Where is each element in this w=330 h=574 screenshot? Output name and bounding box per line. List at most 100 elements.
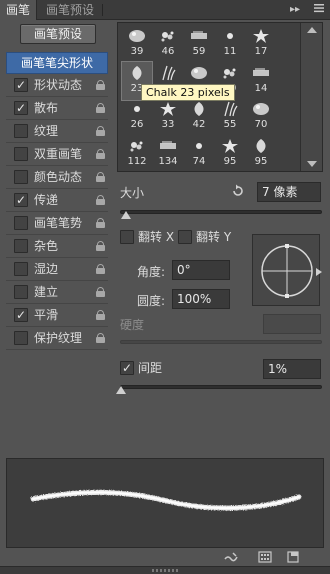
brush-tip-item[interactable]: 95 [246, 135, 276, 173]
checkbox[interactable] [14, 285, 28, 299]
hardness-field[interactable] [263, 314, 321, 334]
grid-icon[interactable] [258, 551, 272, 563]
lock-icon[interactable] [96, 149, 105, 159]
checkbox[interactable] [14, 331, 28, 345]
brush-tip-item[interactable]: 134 [153, 135, 183, 173]
double-chevron-right-icon[interactable]: ▸▸ [288, 2, 302, 18]
brush-tip-item[interactable]: 59 [184, 25, 214, 63]
option-label: 形状动态 [34, 78, 83, 92]
checkbox[interactable] [14, 147, 28, 161]
option-brush-pose[interactable]: 画笔笔势 [6, 212, 108, 235]
angle-field[interactable]: 0° [172, 260, 230, 280]
brush-tip-item[interactable]: 55 [215, 98, 245, 136]
lock-icon[interactable] [96, 195, 105, 205]
brush-tip-item[interactable]: 14 [246, 62, 276, 100]
new-preset-icon[interactable] [286, 551, 300, 563]
reset-size-icon[interactable] [231, 184, 245, 198]
option-smoothing[interactable]: ✓ 平滑 [6, 304, 108, 327]
option-shape-dynamics[interactable]: ✓ 形状动态 [6, 74, 108, 97]
checkbox[interactable] [178, 230, 192, 244]
flip-x-label: 翻转 X [138, 230, 175, 244]
checkbox[interactable]: ✓ [120, 361, 134, 375]
brush-tip-thumbnail [129, 30, 145, 42]
checkbox[interactable] [14, 124, 28, 138]
scroll-down-icon[interactable] [307, 161, 317, 167]
option-label: 双重画笔 [34, 147, 83, 161]
checkbox[interactable] [14, 216, 28, 230]
brush-tip-item[interactable]: 26 [122, 98, 152, 136]
brush-tip-item[interactable]: 33 [153, 98, 183, 136]
angle-arrow-icon[interactable] [316, 268, 322, 276]
spacing-slider[interactable] [120, 385, 322, 389]
option-noise[interactable]: 杂色 [6, 235, 108, 258]
scroll-up-icon[interactable] [307, 27, 317, 33]
hardness-slider[interactable] [120, 340, 322, 344]
size-slider[interactable] [120, 210, 322, 214]
option-transfer[interactable]: ✓ 传递 [6, 189, 108, 212]
tab-brush[interactable]: 画笔 [0, 0, 38, 20]
option-brush-tip-shape[interactable]: 画笔笔尖形状 [6, 52, 108, 74]
option-scattering[interactable]: ✓ 散布 [6, 97, 108, 120]
lock-icon[interactable] [96, 287, 105, 297]
brush-tip-size: 112 [127, 155, 147, 167]
angle-roundness-widget[interactable] [252, 234, 320, 306]
checkbox[interactable] [14, 239, 28, 253]
lock-icon[interactable] [96, 103, 105, 113]
lock-icon[interactable] [96, 172, 105, 182]
brush-tip-item[interactable]: 70 [246, 98, 276, 136]
brush-tip-item[interactable]: 42 [184, 98, 214, 136]
brush-grid-scrollbar[interactable] [300, 23, 322, 171]
checkbox[interactable] [14, 262, 28, 276]
brush-tip-item[interactable]: 95 [215, 135, 245, 173]
brush-presets-button[interactable]: 画笔预设 [20, 24, 96, 44]
option-dual-brush[interactable]: 双重画笔 [6, 143, 108, 166]
option-texture[interactable]: 纹理 [6, 120, 108, 143]
brush-tip-thumbnail [253, 103, 269, 115]
lock-icon[interactable] [96, 241, 105, 251]
checkbox[interactable]: ✓ [14, 101, 28, 115]
brush-tip-item[interactable]: 112 [122, 135, 152, 173]
resize-grip[interactable] [0, 566, 330, 574]
option-label: 建立 [34, 285, 59, 299]
brush-tip-thumbnail [224, 101, 238, 117]
lock-icon[interactable] [96, 333, 105, 343]
checkbox[interactable]: ✓ [14, 78, 28, 92]
brush-tip-size: 26 [130, 119, 144, 130]
option-color-dynamics[interactable]: 颜色动态 [6, 166, 108, 189]
brush-toggle-icon[interactable] [224, 551, 238, 563]
brush-tip-thumbnail [160, 140, 176, 149]
brush-tip-item[interactable]: 74 [184, 135, 214, 173]
lock-icon[interactable] [96, 310, 105, 320]
tab-brush-presets[interactable]: 画笔预设 [40, 0, 100, 20]
brush-tip-item[interactable]: 46 [153, 25, 183, 63]
checkbox[interactable] [14, 170, 28, 184]
checkbox[interactable] [120, 230, 134, 244]
size-slider-thumb[interactable] [121, 211, 131, 219]
flip-y-label: 翻转 Y [196, 230, 232, 244]
brush-tip-size: 95 [254, 155, 268, 167]
brush-tip-item[interactable]: 11 [215, 25, 245, 63]
brush-tip-item[interactable]: 39 [122, 25, 152, 63]
brush-tip-thumbnail [161, 31, 174, 42]
option-build-up[interactable]: 建立 [6, 281, 108, 304]
brush-tip-thumbnail [222, 138, 238, 153]
brush-tip-size: 46 [161, 46, 175, 57]
lock-icon[interactable] [96, 218, 105, 228]
spacing-field[interactable]: 1% [263, 359, 321, 379]
lock-icon[interactable] [96, 264, 105, 274]
panel-bottom-bar [0, 548, 330, 566]
spacing-slider-thumb[interactable] [116, 386, 126, 394]
size-field[interactable]: 7 像素 [257, 182, 321, 202]
checkbox[interactable]: ✓ [14, 193, 28, 207]
checkbox[interactable]: ✓ [14, 308, 28, 322]
lock-icon[interactable] [96, 126, 105, 136]
panel-menu-icon[interactable] [312, 2, 326, 18]
option-protect-texture[interactable]: 保护纹理 [6, 327, 108, 350]
option-wet-edges[interactable]: 湿边 [6, 258, 108, 281]
option-label: 颜色动态 [34, 170, 83, 184]
option-label: 平滑 [34, 308, 59, 322]
lock-icon[interactable] [96, 80, 105, 90]
brush-tip-thumbnail [132, 65, 142, 80]
roundness-field[interactable]: 100% [172, 289, 230, 309]
brush-tip-item[interactable]: 17 [246, 25, 276, 63]
